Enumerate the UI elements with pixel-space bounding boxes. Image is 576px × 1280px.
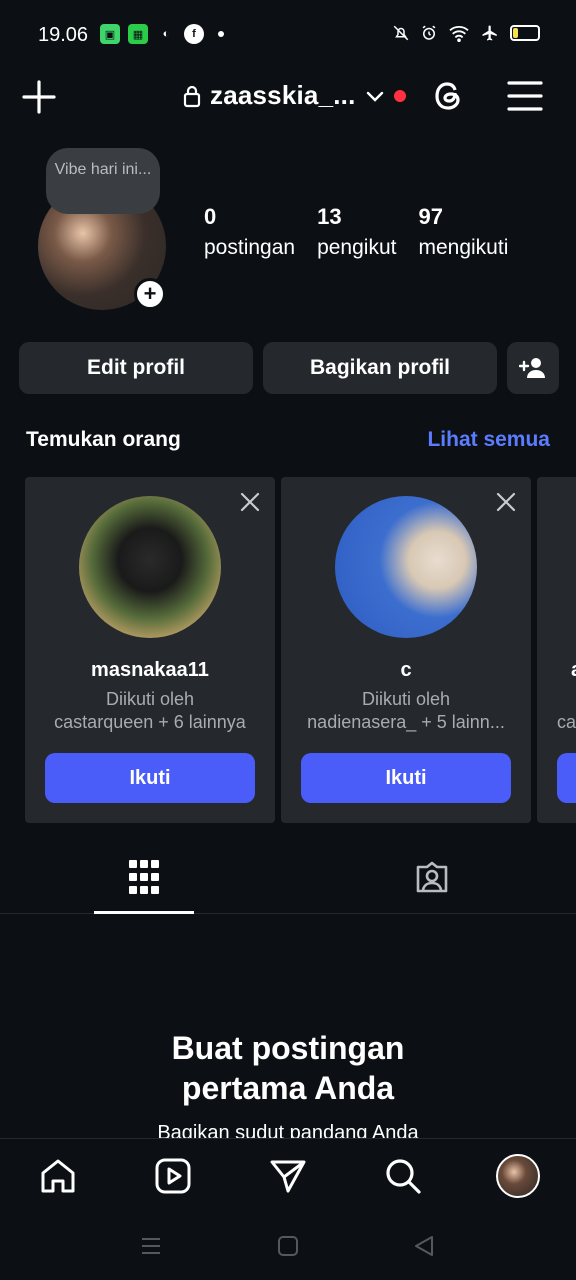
suggestion-username[interactable]: masnakaa11 xyxy=(25,659,275,682)
stat-value: 13 xyxy=(317,204,342,229)
wifi-icon xyxy=(449,26,469,42)
stat-value: 0 xyxy=(204,204,217,229)
tab-posts-grid[interactable] xyxy=(94,840,194,914)
profile-header: zaasskia_... xyxy=(0,70,576,126)
reels-icon xyxy=(155,1158,191,1194)
threads-icon[interactable] xyxy=(428,76,468,116)
status-left-icons: ▣ ▦ ◐ f xyxy=(100,24,224,44)
nav-reels[interactable] xyxy=(148,1151,198,1201)
suggestions-title: Temukan orang xyxy=(26,428,181,451)
stat-followers[interactable]: 13 pengikut xyxy=(317,204,396,260)
stat-value: 97 xyxy=(418,204,443,229)
username: zaasskia_... xyxy=(210,80,356,110)
suggestion-card[interactable]: c Diikuti oleh nadienasera_ + 5 lainn...… xyxy=(281,477,531,823)
status-time: 19.06 xyxy=(38,24,89,46)
back-icon[interactable] xyxy=(412,1234,436,1258)
system-navigation xyxy=(0,1214,576,1280)
nav-search[interactable] xyxy=(378,1151,428,1201)
facebook-icon: f xyxy=(184,24,204,44)
battery-level: 20 xyxy=(519,27,531,39)
alarm-icon xyxy=(422,25,436,40)
see-all-link[interactable]: Lihat semua xyxy=(427,428,550,452)
suggestion-card[interactable]: a ca xyxy=(537,477,576,823)
status-bar: 19.06 ▣ ▦ ◐ f 20 xyxy=(0,0,576,70)
suggestions-header: Temukan orang Lihat semua xyxy=(26,428,550,452)
create-plus-icon[interactable] xyxy=(20,78,58,116)
stat-following[interactable]: 97 mengikuti xyxy=(418,204,508,260)
add-user-icon xyxy=(519,358,545,378)
suggestion-username[interactable]: a xyxy=(571,659,576,682)
discover-people-button[interactable] xyxy=(507,342,559,394)
suggestion-mutuals: ca xyxy=(557,712,576,732)
search-icon xyxy=(386,1159,421,1194)
evernote-icon: ▣ xyxy=(100,24,120,44)
follow-button[interactable]: Ikuti xyxy=(301,753,511,803)
stat-label: mengikuti xyxy=(418,236,509,259)
chevron-down-icon xyxy=(366,91,383,102)
suggestion-cards: masnakaa11 Diikuti oleh castarqueen + 6 … xyxy=(25,477,576,823)
active-tab-indicator xyxy=(94,911,194,914)
send-icon xyxy=(270,1160,306,1193)
suggestion-followed-by: Diikuti oleh xyxy=(361,689,451,709)
store-icon: ▦ xyxy=(128,24,148,44)
profile-stats: 0 postingan 13 pengikut 97 mengikuti xyxy=(204,204,530,260)
suggestion-mutuals: nadienasera_ + 5 lainn... xyxy=(307,712,505,732)
follow-button[interactable] xyxy=(557,753,576,803)
tagged-icon xyxy=(416,861,448,893)
tab-tagged[interactable] xyxy=(382,840,482,914)
lock-icon xyxy=(183,85,201,107)
battery-icon: 20 xyxy=(510,25,540,41)
share-profile-button[interactable]: Bagikan profil xyxy=(263,342,497,394)
nav-home[interactable] xyxy=(33,1151,83,1201)
home-button-icon[interactable] xyxy=(276,1234,300,1258)
follow-button[interactable]: Ikuti xyxy=(45,753,255,803)
recent-apps-icon[interactable] xyxy=(139,1234,163,1258)
more-notifications-dot xyxy=(218,31,224,37)
notification-dot xyxy=(393,89,406,102)
suggestion-avatar[interactable] xyxy=(335,496,477,638)
suggestion-followed-by: Diikuti oleh xyxy=(105,689,195,709)
empty-title-line1: Buat postingan xyxy=(171,1030,405,1066)
add-story-plus-icon[interactable]: + xyxy=(134,278,166,310)
profile-tabs xyxy=(0,840,576,914)
account-switcher[interactable]: zaasskia_... xyxy=(182,80,406,111)
stat-label: postingan xyxy=(204,236,296,259)
nav-direct[interactable] xyxy=(263,1151,313,1201)
profile-action-buttons: Edit profil Bagikan profil xyxy=(19,342,559,394)
close-icon[interactable] xyxy=(495,491,517,513)
airplane-icon xyxy=(482,25,497,41)
menu-hamburger-icon[interactable] xyxy=(506,78,544,114)
nav-profile[interactable] xyxy=(493,1151,543,1201)
stat-label: pengikut xyxy=(317,236,397,259)
suggestion-mutuals: castarqueen + 6 lainnya xyxy=(54,712,246,732)
empty-state-title: Buat postingan pertama Anda xyxy=(0,1028,576,1108)
grid-icon xyxy=(129,860,159,894)
empty-title-line2: pertama Anda xyxy=(181,1070,395,1106)
bottom-navigation xyxy=(0,1138,576,1214)
suggestion-avatar[interactable] xyxy=(79,496,221,638)
mute-icon xyxy=(393,25,409,41)
edit-profile-button[interactable]: Edit profil xyxy=(19,342,253,394)
profile-avatar-small xyxy=(496,1154,540,1198)
suggestion-card[interactable]: masnakaa11 Diikuti oleh castarqueen + 6 … xyxy=(25,477,275,823)
line-icon: ◐ xyxy=(162,28,170,40)
suggestion-username[interactable]: c xyxy=(281,659,531,682)
status-right-icons: 20 xyxy=(392,24,540,42)
home-icon xyxy=(41,1159,75,1193)
close-icon[interactable] xyxy=(239,491,261,513)
stat-posts[interactable]: 0 postingan xyxy=(204,204,295,260)
note-bubble[interactable]: Vibe hari ini... xyxy=(46,148,160,214)
